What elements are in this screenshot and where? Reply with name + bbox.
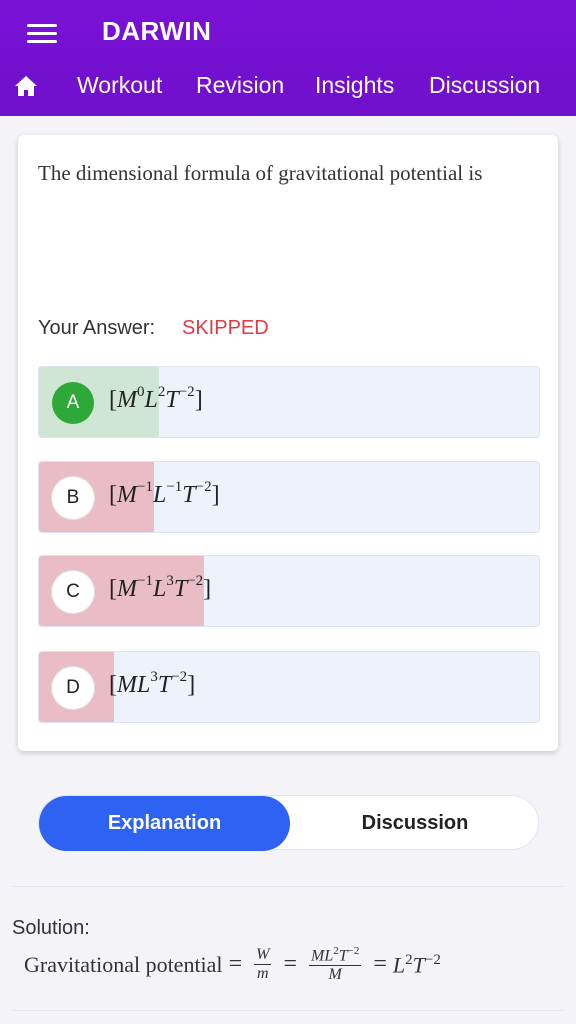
nav-item-workout[interactable]: Workout	[77, 72, 162, 99]
your-answer-status: SKIPPED	[182, 317, 269, 339]
option-letter-badge: C	[52, 571, 94, 613]
nav-item-insights[interactable]: Insights	[315, 72, 394, 99]
app-title: DARWIN	[102, 16, 212, 46]
option-formula: [ML3T−2]	[109, 669, 196, 698]
solution-body: Gravitational potential = Wm = ML2T−2 M =…	[24, 945, 441, 984]
app-header: DARWIN Workout Revision Insights Discuss…	[0, 0, 576, 116]
nav-item-revision[interactable]: Revision	[196, 72, 284, 99]
option-letter-badge: D	[52, 667, 94, 709]
divider	[12, 1010, 564, 1011]
home-icon[interactable]	[14, 75, 38, 97]
divider	[12, 886, 564, 887]
fraction-w-over-m: Wm	[254, 946, 272, 983]
option-a[interactable]: A [M0L2T−2]	[38, 366, 540, 438]
solution-lead: Gravitational potential	[24, 951, 223, 977]
option-d[interactable]: D [ML3T−2]	[38, 651, 540, 723]
your-answer-label: Your Answer:	[38, 317, 156, 339]
nav-item-discussion[interactable]: Discussion	[429, 72, 540, 99]
explanation-discussion-tabs: Explanation Discussion	[38, 795, 540, 851]
top-nav: Workout Revision Insights Discussion	[0, 60, 576, 112]
option-b[interactable]: B [M−1L−1T−2]	[38, 461, 540, 533]
question-card: The dimensional formula of gravitational…	[18, 135, 558, 751]
option-letter-badge: A	[52, 382, 94, 424]
solution-title: Solution:	[12, 917, 90, 939]
option-formula: [M−1L3T−2]	[109, 573, 212, 602]
tab-explanation[interactable]: Explanation	[39, 796, 290, 851]
option-formula: [M0L2T−2]	[109, 384, 203, 413]
hamburger-menu-icon[interactable]	[27, 22, 59, 44]
tab-discussion[interactable]: Discussion	[290, 796, 540, 851]
solution-result: L2T−2	[392, 951, 441, 977]
option-c[interactable]: C [M−1L3T−2]	[38, 555, 540, 627]
option-formula: [M−1L−1T−2]	[109, 479, 220, 508]
question-text: The dimensional formula of gravitational…	[38, 161, 483, 185]
fraction-ml2t-over-m: ML2T−2 M	[308, 945, 362, 984]
option-letter-badge: B	[52, 477, 94, 519]
